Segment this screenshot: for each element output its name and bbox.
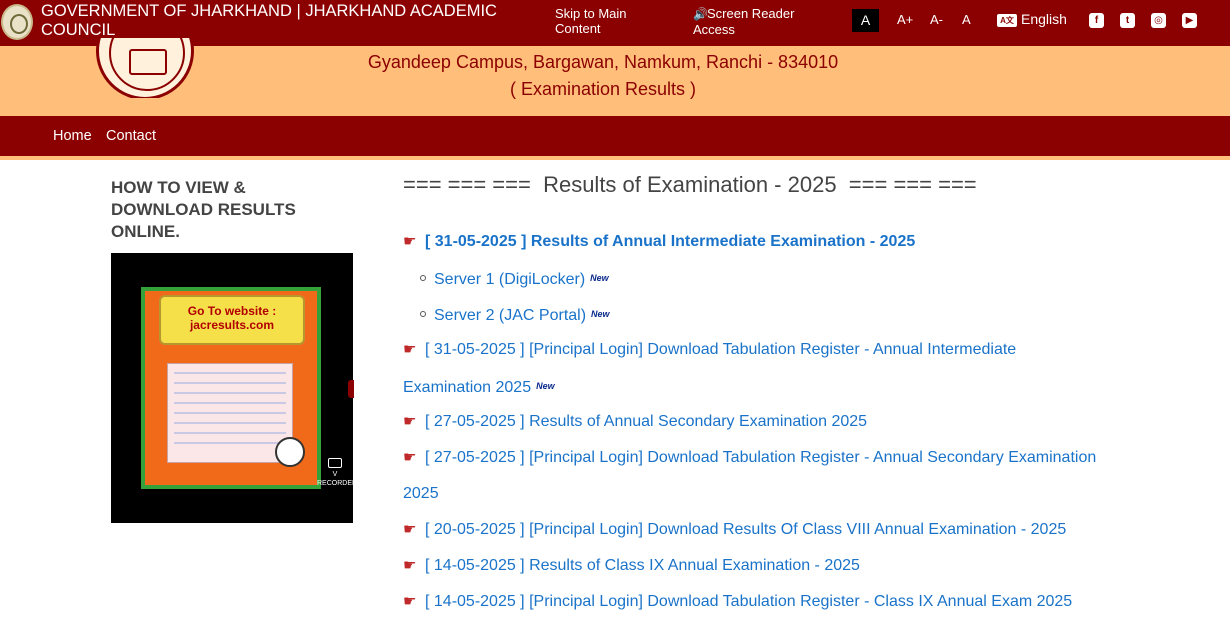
result-date: [ 27-05-2025 ] bbox=[425, 449, 525, 466]
facebook-icon[interactable]: f bbox=[1089, 13, 1104, 28]
how-to-video-player[interactable]: Go To website : jacresults.com V RECORDE… bbox=[111, 253, 357, 523]
youtube-icon[interactable]: ▶ bbox=[1182, 13, 1197, 28]
result-link-intermediate-2025[interactable]: ☛ [ 31-05-2025 ] Results of Annual Interm… bbox=[403, 224, 1103, 260]
result-date: [ 27-05-2025 ] bbox=[425, 413, 525, 430]
result-title: [Principal Login] Download Results Of Cl… bbox=[529, 521, 1067, 538]
font-size-reset-button[interactable]: A bbox=[962, 12, 971, 27]
font-size-decrease-button[interactable]: A- bbox=[930, 12, 943, 27]
result-date: [ 31-05-2025 ] bbox=[425, 233, 527, 250]
screen-reader-label: Screen Reader Access bbox=[693, 6, 795, 37]
result-link-tabulation-secondary[interactable]: ☛[ 27-05-2025 ] [Principal Login] Downlo… bbox=[403, 440, 1103, 512]
result-link-class-viii[interactable]: ☛ [ 20-05-2025 ] [Principal Login] Downlo… bbox=[403, 512, 1103, 548]
server-label: Server 1 (DigiLocker) bbox=[434, 271, 586, 288]
result-title: Results of Annual Intermediate Examinati… bbox=[530, 233, 916, 250]
result-title: Results of Annual Secondary Examination … bbox=[529, 413, 868, 430]
pointing-hand-icon: ☛ bbox=[403, 341, 417, 358]
video-scroll-line-2: jacresults.com bbox=[189, 318, 275, 332]
government-title: GOVERNMENT OF JHARKHAND | JHARKHAND ACAD… bbox=[41, 2, 497, 39]
jharkhand-emblem-icon bbox=[1, 4, 33, 40]
nav-contact-link[interactable]: Contact bbox=[106, 128, 156, 144]
pointing-hand-icon: ☛ bbox=[403, 449, 417, 466]
result-date: [ 31-05-2025 ] bbox=[425, 341, 525, 358]
language-label: English bbox=[1021, 11, 1067, 27]
translate-icon: A文 bbox=[997, 14, 1017, 27]
result-link-tabulation-class-ix[interactable]: ☛ [ 14-05-2025 ] [Principal Login] Downlo… bbox=[403, 584, 1103, 620]
page-subtitle: ( Examination Results ) bbox=[509, 79, 697, 99]
video-side-tab[interactable] bbox=[348, 380, 354, 398]
sidebar-title: HOW TO VIEW & DOWNLOAD RESULTS ONLINE. bbox=[111, 178, 296, 241]
video-scroll-line-1: Go To website : bbox=[187, 304, 277, 318]
nav-divider bbox=[0, 156, 1230, 160]
font-size-increase-button[interactable]: A+ bbox=[897, 12, 913, 27]
bullet-icon bbox=[420, 311, 426, 317]
result-link-tabulation-intermediate[interactable]: ☛[ 31-05-2025 ] [Principal Login] Downlo… bbox=[403, 332, 1103, 406]
video-document-preview bbox=[167, 363, 293, 463]
pointing-hand-icon: ☛ bbox=[403, 413, 417, 430]
new-badge: New bbox=[591, 309, 610, 319]
instagram-icon[interactable]: ◎ bbox=[1151, 13, 1166, 28]
campus-address: Gyandeep Campus, Bargawan, Namkum, Ranch… bbox=[367, 52, 839, 72]
server-link-digilocker[interactable]: Server 1 (DigiLocker) New bbox=[420, 268, 609, 290]
result-date: [ 14-05-2025 ] bbox=[425, 593, 525, 610]
result-link-class-ix[interactable]: ☛ [ 14-05-2025 ] Results of Class IX Annu… bbox=[403, 548, 1103, 584]
new-badge: New bbox=[590, 273, 609, 283]
nav-home-link[interactable]: Home bbox=[53, 128, 92, 144]
pointing-hand-icon: ☛ bbox=[403, 521, 417, 538]
server-link-jac-portal[interactable]: Server 2 (JAC Portal) New bbox=[420, 304, 610, 326]
pointing-hand-icon: ☛ bbox=[403, 593, 417, 610]
site-header: Gyandeep Campus, Bargawan, Namkum, Ranch… bbox=[0, 38, 1230, 116]
new-badge: New bbox=[536, 381, 555, 391]
font-size-normal-button[interactable]: A bbox=[852, 9, 879, 32]
twitter-icon[interactable]: t bbox=[1120, 13, 1135, 28]
bullet-icon bbox=[420, 275, 426, 281]
result-title: [Principal Login] Download Tabulation Re… bbox=[529, 593, 1073, 610]
result-title: Results of Class IX Annual Examination -… bbox=[529, 557, 860, 574]
server-label: Server 2 (JAC Portal) bbox=[434, 307, 587, 324]
recorder-watermark: V RECORDER bbox=[317, 458, 357, 488]
pointing-hand-icon: ☛ bbox=[403, 557, 417, 574]
screen-reader-access-link[interactable]: 🔊Screen Reader Access bbox=[693, 6, 823, 37]
video-scroll-banner: Go To website : jacresults.com bbox=[159, 295, 305, 345]
pointing-hand-icon: ☛ bbox=[403, 233, 417, 250]
result-date: [ 20-05-2025 ] bbox=[425, 521, 525, 538]
result-date: [ 14-05-2025 ] bbox=[425, 557, 525, 574]
speaker-icon: 🔊 bbox=[693, 7, 708, 21]
video-seal-icon bbox=[275, 437, 305, 467]
result-link-secondary-2025[interactable]: ☛ [ 27-05-2025 ] Results of Annual Second… bbox=[403, 404, 1103, 440]
results-heading: === === === Results of Examination - 202… bbox=[403, 172, 977, 197]
main-navigation: Home Contact bbox=[0, 116, 1230, 156]
skip-to-main-content-link[interactable]: Skip to Main Content bbox=[555, 6, 665, 36]
video-thumbnail: Go To website : jacresults.com bbox=[141, 287, 321, 489]
recorder-label: V RECORDER bbox=[317, 471, 358, 487]
recorder-icon bbox=[328, 458, 342, 468]
language-selector[interactable]: A文 English bbox=[997, 11, 1067, 27]
